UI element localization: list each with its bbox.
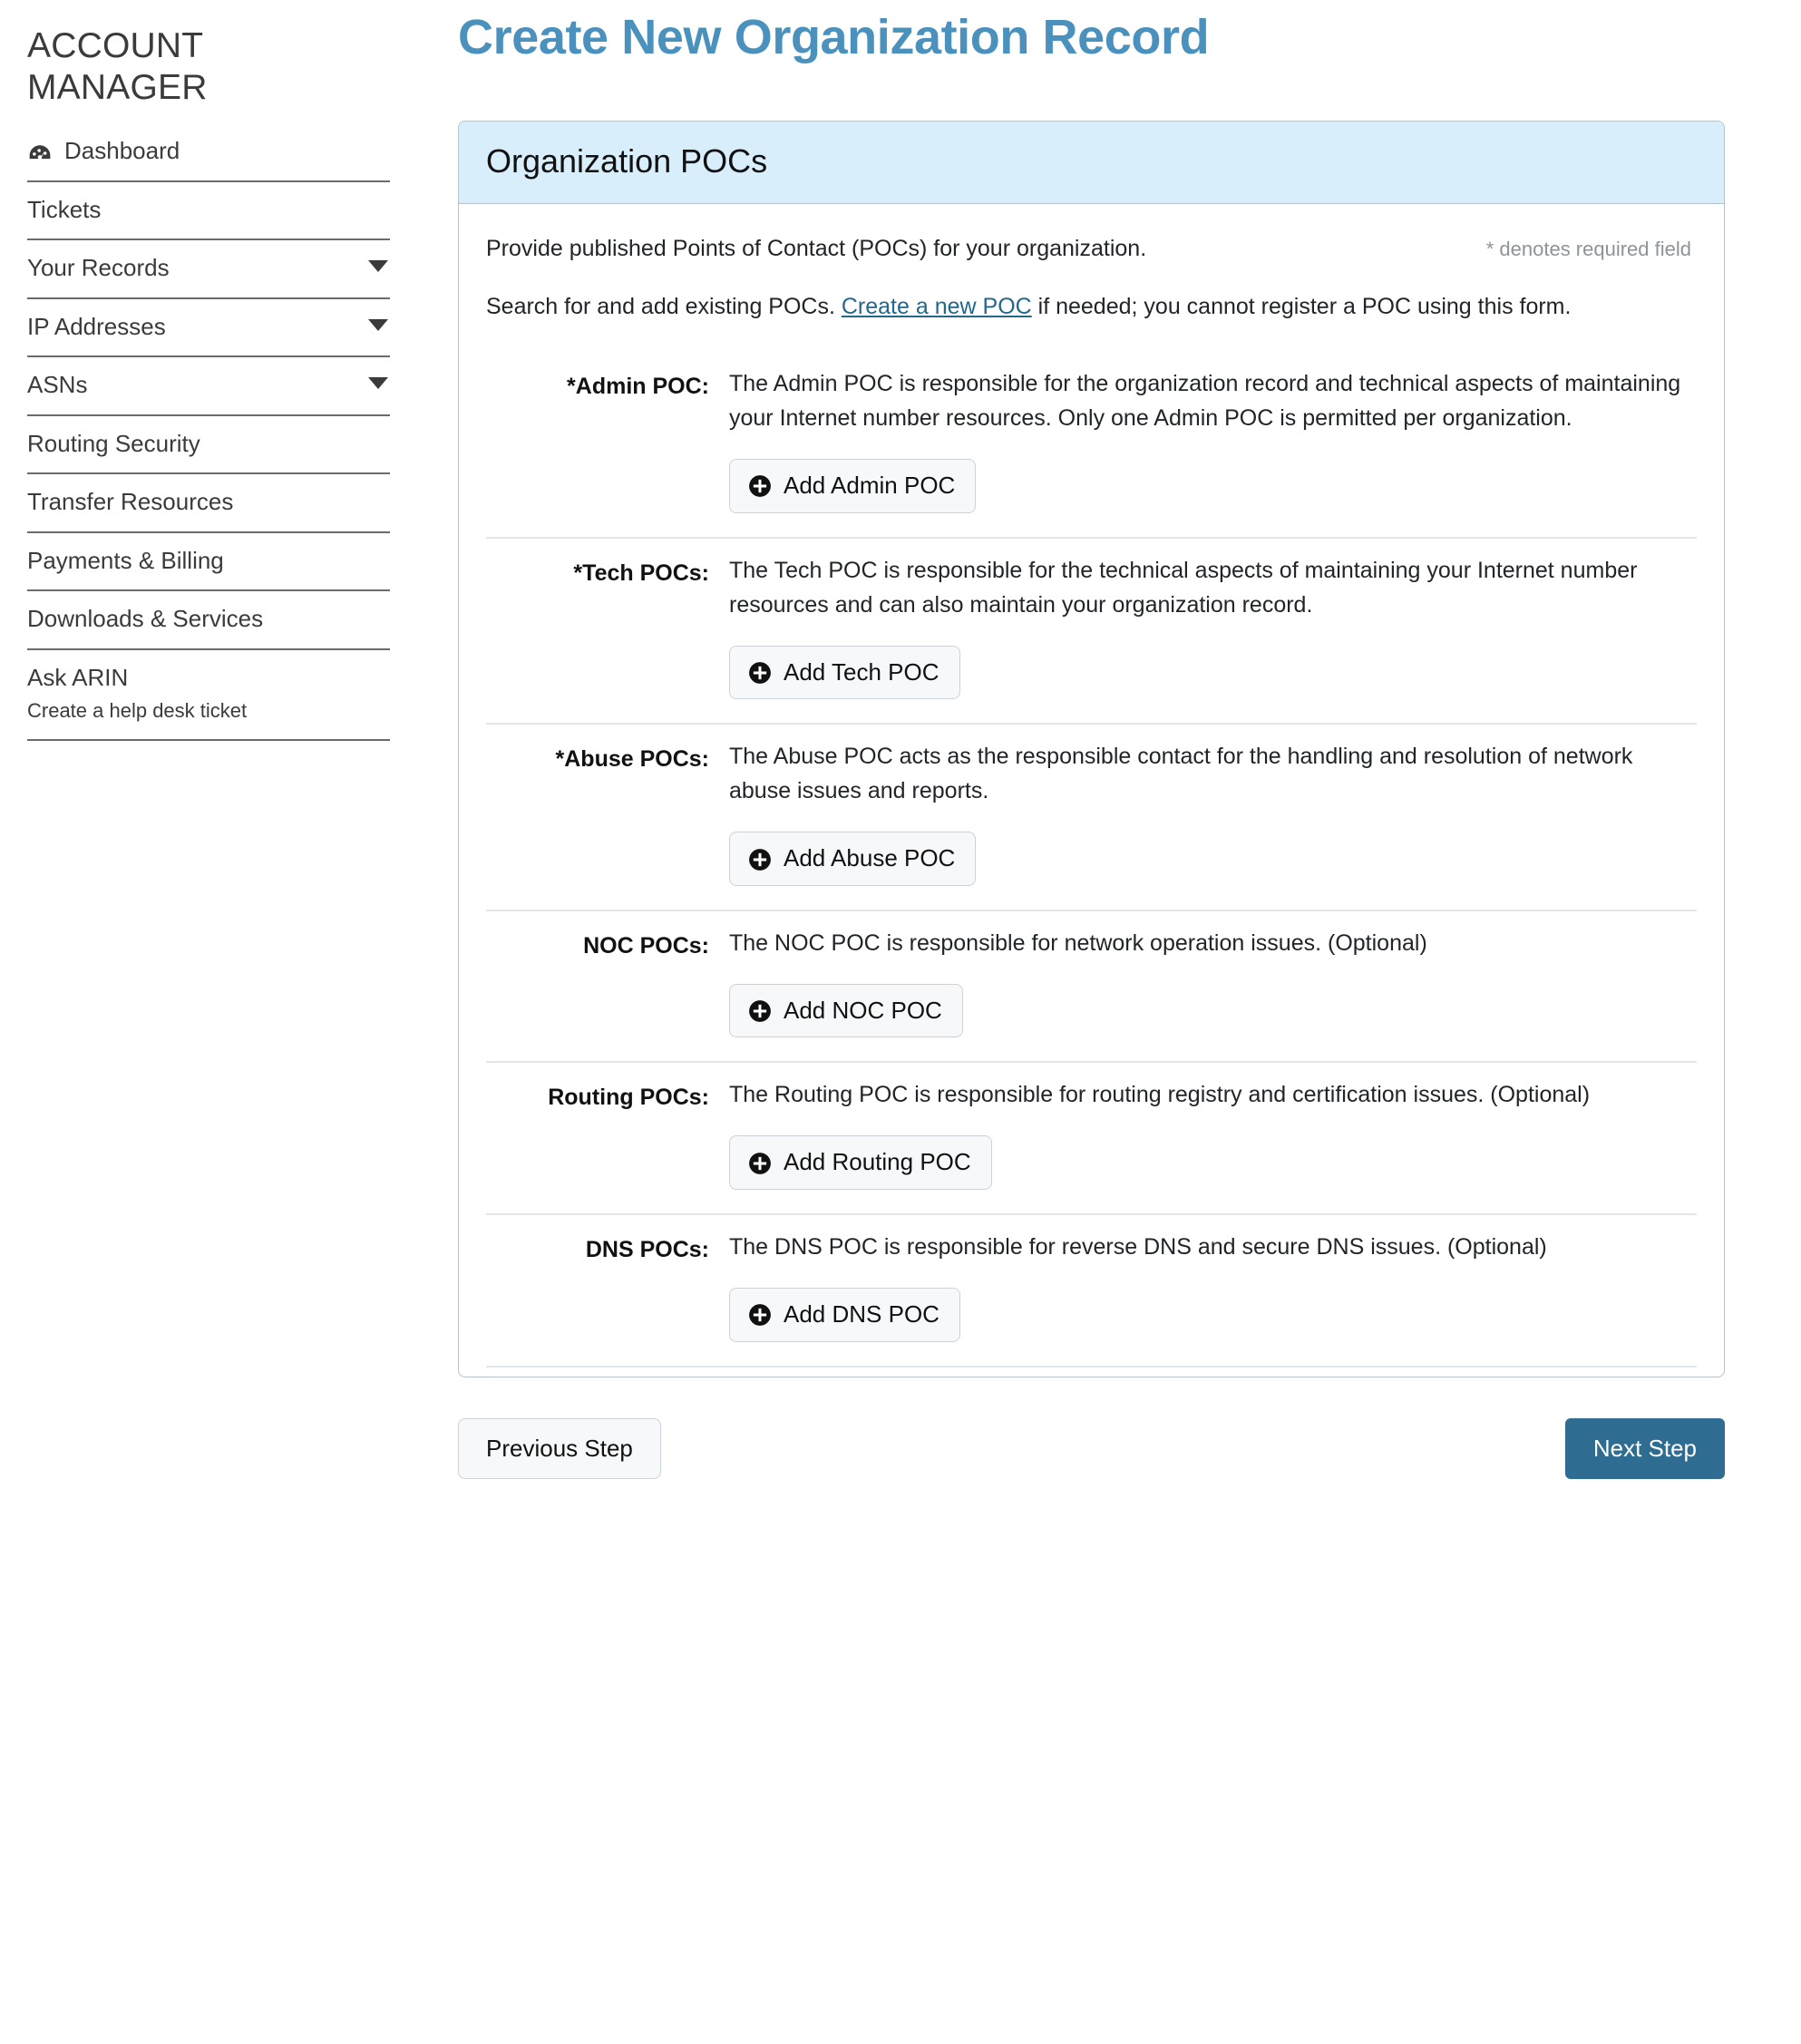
sidebar-item-ask-arin-stack: Ask ARIN Create a help desk ticket <box>27 663 247 725</box>
sidebar-item-ask-arin[interactable]: Ask ARIN Create a help desk ticket <box>27 650 390 741</box>
add-routing-poc-button[interactable]: Add Routing POC <box>729 1135 992 1191</box>
button-label: Add Admin POC <box>784 472 956 500</box>
sidebar-item-downloads-services-label-wrap: Downloads & Services <box>27 604 263 634</box>
sidebar-item-payments-billing-label-wrap: Payments & Billing <box>27 546 224 576</box>
sidebar-item-payments-billing[interactable]: Payments & Billing <box>27 533 390 592</box>
poc-content: The DNS POC is responsible for reverse D… <box>729 1230 1697 1342</box>
poc-description: The Tech POC is responsible for the tech… <box>729 557 1638 618</box>
poc-content: The Abuse POC acts as the responsible co… <box>729 739 1697 886</box>
intro-line-1: Provide published Points of Contact (POC… <box>486 235 1147 261</box>
poc-label: NOC POCs: <box>583 932 709 959</box>
button-label: Add Tech POC <box>784 657 939 686</box>
poc-label: Routing POCs: <box>548 1085 709 1111</box>
wizard-footer: Previous Step Next Step <box>458 1417 1725 1480</box>
plus-circle-icon <box>748 848 772 871</box>
page-title: Create New Organization Record <box>458 10 1210 64</box>
main-content: Create New Organization Record Organizat… <box>417 0 1801 1480</box>
plus-circle-icon <box>748 474 772 498</box>
poc-row-abuse: *Abuse POCs: The Abuse POC acts as the r… <box>486 725 1697 911</box>
sidebar-item-label: ASNs <box>27 371 88 399</box>
poc-content: The Admin POC is responsible for the org… <box>729 366 1697 513</box>
sidebar-item-label: Transfer Resources <box>27 488 234 516</box>
organization-pocs-panel: Organization POCs Provide published Poin… <box>458 121 1725 1377</box>
required-field-note: * denotes required field <box>1485 237 1691 260</box>
sidebar-item-label: Your Records <box>27 254 170 282</box>
poc-description: The NOC POC is responsible for network o… <box>729 930 1427 956</box>
poc-label: *Tech POCs: <box>573 560 709 586</box>
plus-circle-icon <box>748 999 772 1023</box>
poc-description: The Admin POC is responsible for the org… <box>729 371 1681 432</box>
sidebar-item-your-records[interactable]: Your Records <box>27 240 390 299</box>
chevron-down-icon[interactable] <box>368 260 388 273</box>
add-noc-poc-button[interactable]: Add NOC POC <box>729 983 963 1038</box>
add-admin-poc-button[interactable]: Add Admin POC <box>729 459 977 513</box>
poc-content: The Routing POC is responsible for routi… <box>729 1077 1697 1191</box>
chevron-down-icon[interactable] <box>368 377 388 390</box>
sidebar-brand-title: ACCOUNT MANAGER <box>27 26 208 108</box>
button-label: Add Routing POC <box>784 1148 971 1176</box>
plus-circle-icon <box>748 1303 772 1327</box>
sidebar-item-downloads-services[interactable]: Downloads & Services <box>27 591 390 650</box>
sidebar-item-asns[interactable]: ASNs <box>27 357 390 416</box>
sidebar-item-sublabel: Create a help desk ticket <box>27 699 248 723</box>
sidebar-item-transfer-resources-label-wrap: Transfer Resources <box>27 487 233 517</box>
app-root: ACCOUNT MANAGER Dashboard Tickets Your R… <box>0 0 1801 2044</box>
add-abuse-poc-button[interactable]: Add Abuse POC <box>729 832 977 886</box>
button-label: Add Abuse POC <box>784 844 956 872</box>
sidebar-item-label: Dashboard <box>64 137 180 165</box>
sidebar-item-your-records-label-wrap: Your Records <box>27 253 170 283</box>
panel-header-title: Organization POCs <box>486 142 768 180</box>
panel-body: Provide published Points of Contact (POC… <box>459 204 1724 1377</box>
plus-circle-icon <box>748 661 772 685</box>
poc-label: *Admin POC: <box>567 374 709 400</box>
intro-line-2: Search for and add existing POCs. Create… <box>486 289 1692 325</box>
sidebar-item-label: Payments & Billing <box>27 546 224 574</box>
poc-content: The NOC POC is responsible for network o… <box>729 926 1697 1038</box>
sidebar-item-ip-addresses-label-wrap: IP Addresses <box>27 312 166 342</box>
poc-row-admin: *Admin POC: The Admin POC is responsible… <box>486 352 1697 539</box>
plus-circle-icon <box>748 1152 772 1175</box>
poc-content: The Tech POC is responsible for the tech… <box>729 553 1697 700</box>
sidebar-item-ip-addresses[interactable]: IP Addresses <box>27 299 390 358</box>
poc-row-dns: DNS POCs: The DNS POC is responsible for… <box>486 1215 1697 1368</box>
poc-label: DNS POCs: <box>585 1237 709 1263</box>
sidebar-item-transfer-resources[interactable]: Transfer Resources <box>27 474 390 533</box>
add-dns-poc-button[interactable]: Add DNS POC <box>729 1288 960 1342</box>
poc-row-tech: *Tech POCs: The Tech POC is responsible … <box>486 539 1697 725</box>
poc-description: The Routing POC is responsible for routi… <box>729 1082 1591 1108</box>
poc-row-routing: Routing POCs: The Routing POC is respons… <box>486 1063 1697 1216</box>
poc-label: *Abuse POCs: <box>555 746 709 773</box>
panel-header: Organization POCs <box>459 122 1724 204</box>
sidebar-item-label: IP Addresses <box>27 312 166 340</box>
intro-row: Provide published Points of Contact (POC… <box>486 231 1697 267</box>
sidebar-nav: Dashboard Tickets Your Records IP Addres… <box>27 132 390 741</box>
sidebar-item-routing-security[interactable]: Routing Security <box>27 416 390 475</box>
intro-line-2-before: Search for and add existing POCs. <box>486 294 842 320</box>
gauge-icon <box>27 141 53 166</box>
create-new-poc-link[interactable]: Create a new POC <box>842 294 1032 319</box>
poc-description: The Abuse POC acts as the responsible co… <box>729 744 1633 804</box>
sidebar-item-label: Ask ARIN <box>27 663 129 691</box>
chevron-down-icon[interactable] <box>368 318 388 331</box>
button-label: Add DNS POC <box>784 1300 939 1329</box>
sidebar-item-routing-security-label-wrap: Routing Security <box>27 429 200 459</box>
poc-rows: *Admin POC: The Admin POC is responsible… <box>486 352 1697 1368</box>
sidebar-item-label: Tickets <box>27 195 102 223</box>
button-label: Add NOC POC <box>784 996 942 1024</box>
sidebar-item-dashboard-label-wrap: Dashboard <box>27 136 180 166</box>
add-tech-poc-button[interactable]: Add Tech POC <box>729 645 960 700</box>
sidebar-item-tickets-label-wrap: Tickets <box>27 195 101 225</box>
sidebar-item-tickets[interactable]: Tickets <box>27 182 390 241</box>
sidebar: ACCOUNT MANAGER Dashboard Tickets Your R… <box>0 0 417 741</box>
intro-line-2-after: if needed; you cannot register a POC usi… <box>1031 294 1572 320</box>
poc-row-noc: NOC POCs: The NOC POC is responsible for… <box>486 911 1697 1064</box>
next-step-button[interactable]: Next Step <box>1564 1417 1725 1480</box>
sidebar-item-label: Routing Security <box>27 429 200 457</box>
sidebar-item-label: Downloads & Services <box>27 605 264 633</box>
sidebar-item-asns-label-wrap: ASNs <box>27 370 87 400</box>
previous-step-button[interactable]: Previous Step <box>458 1417 661 1480</box>
sidebar-item-dashboard[interactable]: Dashboard <box>27 132 390 182</box>
poc-description: The DNS POC is responsible for reverse D… <box>729 1234 1547 1260</box>
